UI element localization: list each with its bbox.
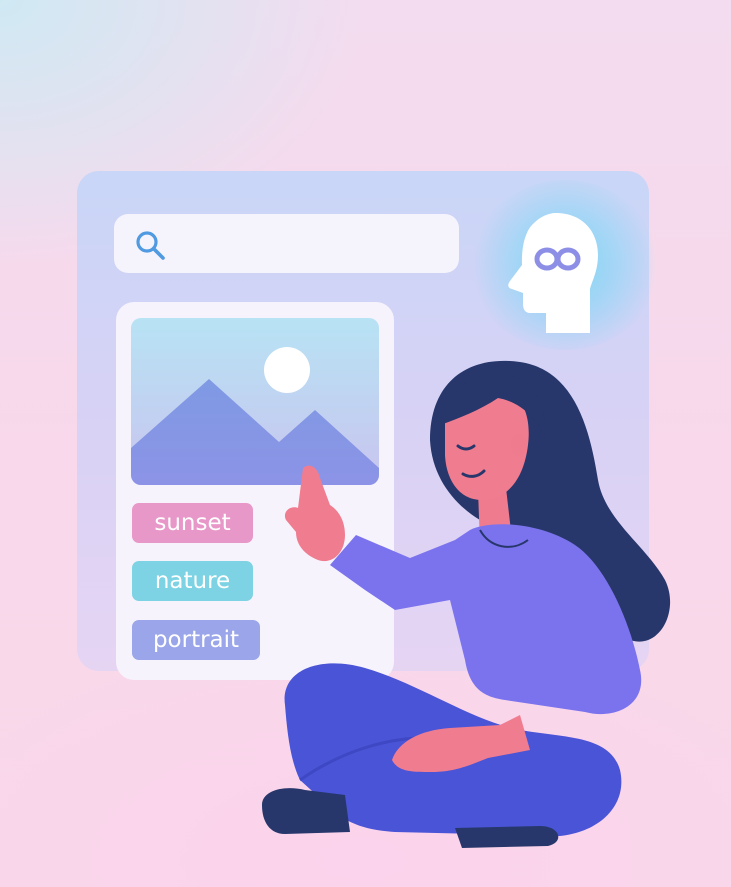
foot-right bbox=[455, 826, 559, 848]
pointing-hand bbox=[284, 465, 345, 562]
woman-illustration bbox=[262, 360, 671, 848]
illustration-scene: sunset nature portrait bbox=[0, 0, 731, 887]
foot-left bbox=[262, 788, 350, 834]
